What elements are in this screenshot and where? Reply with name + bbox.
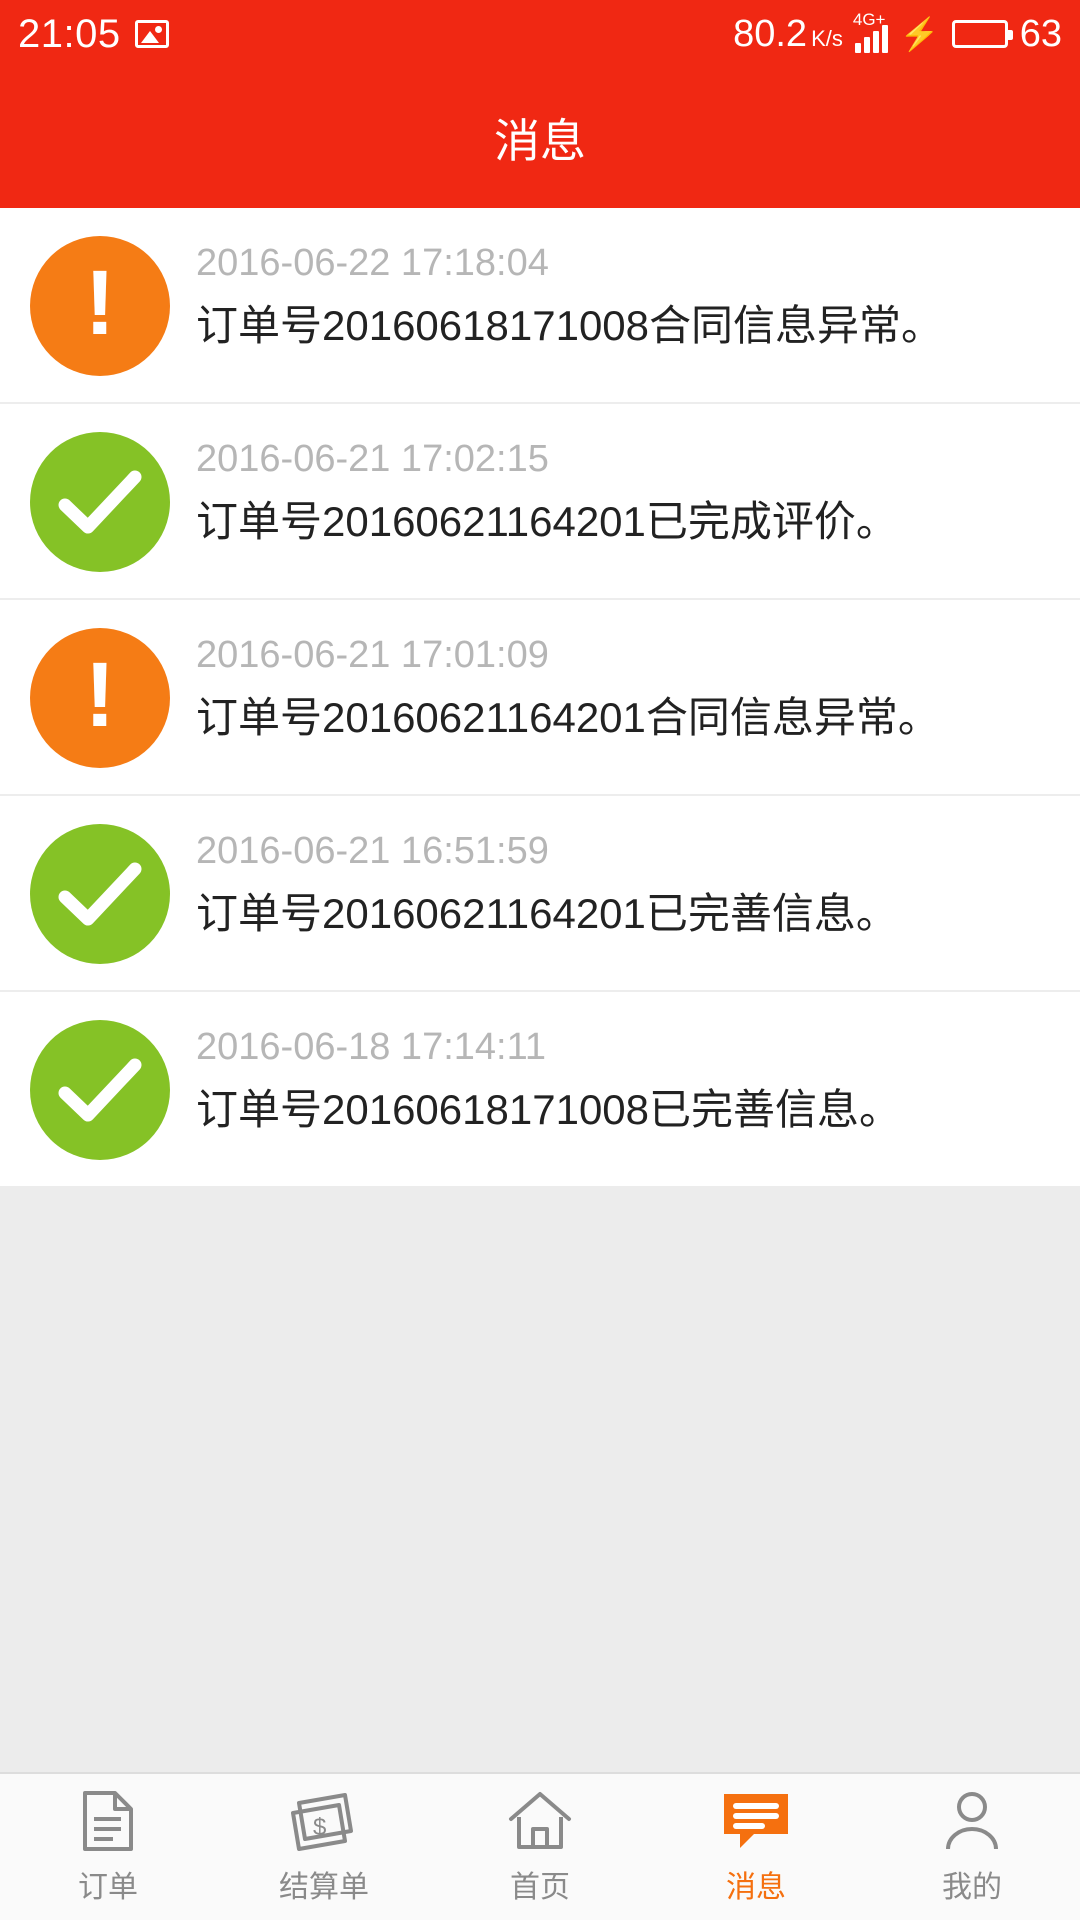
tab-settlement[interactable]: $ 结算单 <box>216 1788 432 1906</box>
list-item[interactable]: 2016-06-21 16:51:59 订单号20160621164201已完善… <box>0 796 1080 992</box>
status-bar: 21:05 80.2 K/s 4G+ ⚡ 63 <box>0 0 1080 68</box>
app-root: 21:05 80.2 K/s 4G+ ⚡ 63 消息 ! 2016-06-22 … <box>0 0 1080 1920</box>
tab-bar: 订单 $ 结算单 首页 消息 我的 <box>0 1772 1080 1920</box>
tab-label: 首页 <box>510 1871 570 1904</box>
message-body: 2016-06-18 17:14:11 订单号20160618171008已完善… <box>196 1020 1050 1138</box>
battery-percent: 63 <box>1019 12 1062 55</box>
message-time: 2016-06-22 17:18:04 <box>196 242 549 284</box>
status-left-icons <box>134 20 169 48</box>
message-text: 订单号20160618171008已完善信息。 <box>196 1085 902 1133</box>
tab-label: 结算单 <box>279 1871 369 1904</box>
network-type-label: 4G+ <box>852 10 886 29</box>
empty-area <box>0 1186 1080 1772</box>
network-speed-unit: K/s <box>811 25 843 51</box>
alert-icon: ! <box>30 628 170 768</box>
message-body: 2016-06-21 16:51:59 订单号20160621164201已完善… <box>196 824 1050 942</box>
person-icon <box>940 1788 1004 1854</box>
title-bar: 消息 <box>0 68 1080 208</box>
message-time: 2016-06-21 17:02:15 <box>196 438 549 480</box>
home-icon <box>505 1788 575 1854</box>
tab-profile[interactable]: 我的 <box>864 1788 1080 1906</box>
message-text: 订单号20160621164201已完善信息。 <box>196 889 898 937</box>
page-title: 消息 <box>494 115 586 167</box>
list-item[interactable]: ! 2016-06-22 17:18:04 订单号20160618171008合… <box>0 208 1080 404</box>
list-item[interactable]: 2016-06-18 17:14:11 订单号20160618171008已完善… <box>0 992 1080 1186</box>
check-icon <box>30 824 170 964</box>
money-icon: $ <box>285 1788 363 1854</box>
alert-icon: ! <box>30 236 170 376</box>
tab-messages[interactable]: 消息 <box>648 1788 864 1906</box>
tab-label: 订单 <box>78 1871 138 1904</box>
message-list: ! 2016-06-22 17:18:04 订单号20160618171008合… <box>0 208 1080 1186</box>
network-speed: 80.2 K/s <box>733 13 843 56</box>
tab-home[interactable]: 首页 <box>432 1788 648 1906</box>
message-time: 2016-06-21 17:01:09 <box>196 634 549 676</box>
tab-label: 我的 <box>942 1871 1002 1904</box>
message-icon <box>718 1788 794 1854</box>
message-text: 订单号20160621164201已完成评价。 <box>196 497 898 545</box>
svg-text:$: $ <box>313 1814 326 1841</box>
check-icon <box>30 1020 170 1160</box>
message-time: 2016-06-18 17:14:11 <box>196 1026 547 1068</box>
signal-icon: 4G+ <box>853 11 888 53</box>
status-right-icons: 80.2 K/s 4G+ ⚡ 63 <box>733 11 1062 56</box>
tab-label: 消息 <box>726 1871 786 1904</box>
message-body: 2016-06-21 17:01:09 订单号20160621164201合同信… <box>196 628 1050 746</box>
check-icon <box>30 432 170 572</box>
bolt-icon: ⚡ <box>899 16 940 52</box>
battery-icon <box>951 20 1013 48</box>
document-icon <box>79 1788 137 1854</box>
status-time: 21:05 <box>18 11 121 56</box>
message-body: 2016-06-21 17:02:15 订单号20160621164201已完成… <box>196 432 1050 550</box>
message-text: 订单号20160618171008合同信息异常。 <box>196 301 944 349</box>
message-text: 订单号20160621164201合同信息异常。 <box>196 693 940 741</box>
list-item[interactable]: ! 2016-06-21 17:01:09 订单号20160621164201合… <box>0 600 1080 796</box>
tab-orders[interactable]: 订单 <box>0 1788 216 1906</box>
image-icon <box>134 20 169 48</box>
network-speed-value: 80.2 <box>733 12 808 55</box>
message-body: 2016-06-22 17:18:04 订单号20160618171008合同信… <box>196 236 1050 354</box>
message-time: 2016-06-21 16:51:59 <box>196 830 549 872</box>
list-item[interactable]: 2016-06-21 17:02:15 订单号20160621164201已完成… <box>0 404 1080 600</box>
